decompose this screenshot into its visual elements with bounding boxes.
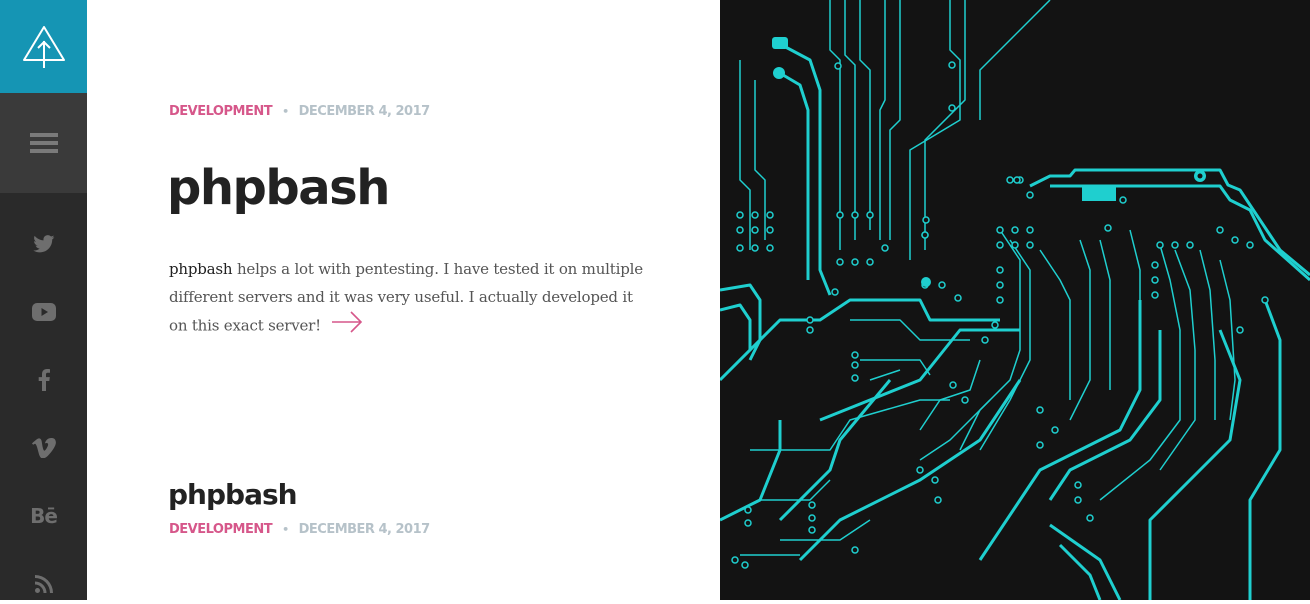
meta-separator: • xyxy=(282,523,289,536)
featured-post-title[interactable]: phpbash xyxy=(167,160,390,216)
vimeo-icon xyxy=(31,438,56,458)
read-more-link[interactable] xyxy=(331,311,363,342)
second-post-meta: DEVELOPMENT • DECEMBER 4, 2017 xyxy=(169,522,430,537)
post-meta: DEVELOPMENT • DECEMBER 4, 2017 xyxy=(169,104,430,119)
post-list: DEVELOPMENT • DECEMBER 4, 2017 phpbash p… xyxy=(87,0,720,600)
rss-icon xyxy=(34,575,53,593)
facebook-link[interactable] xyxy=(0,360,87,400)
tree-upload-icon xyxy=(22,25,65,68)
facebook-icon xyxy=(38,369,50,391)
arrow-right-icon xyxy=(331,311,363,333)
behance-link[interactable]: Bē xyxy=(0,496,87,536)
vimeo-link[interactable] xyxy=(0,428,87,468)
sidebar: Bē xyxy=(0,0,87,600)
meta-separator: • xyxy=(282,105,289,118)
twitter-link[interactable] xyxy=(0,224,87,264)
youtube-icon xyxy=(31,303,56,321)
post-date: DECEMBER 4, 2017 xyxy=(298,104,431,119)
second-post-title[interactable]: phpbash xyxy=(168,478,298,511)
excerpt-strong: phpbash xyxy=(169,260,233,278)
menu-button[interactable] xyxy=(0,93,87,193)
rss-link[interactable] xyxy=(0,564,87,604)
circuit-board-image xyxy=(720,0,1310,600)
circuit-board-graphic xyxy=(720,0,1310,600)
hamburger-menu-icon xyxy=(29,133,58,153)
post-date: DECEMBER 4, 2017 xyxy=(298,522,431,537)
category-link[interactable]: DEVELOPMENT xyxy=(169,104,273,119)
behance-icon: Bē xyxy=(30,504,58,528)
twitter-icon xyxy=(32,235,54,253)
category-link[interactable]: DEVELOPMENT xyxy=(169,522,273,537)
youtube-link[interactable] xyxy=(0,292,87,332)
excerpt-text: helps a lot with pentesting. I have test… xyxy=(169,260,643,335)
post-excerpt: phpbash helps a lot with pentesting. I h… xyxy=(169,255,644,342)
site-logo[interactable] xyxy=(0,0,87,93)
